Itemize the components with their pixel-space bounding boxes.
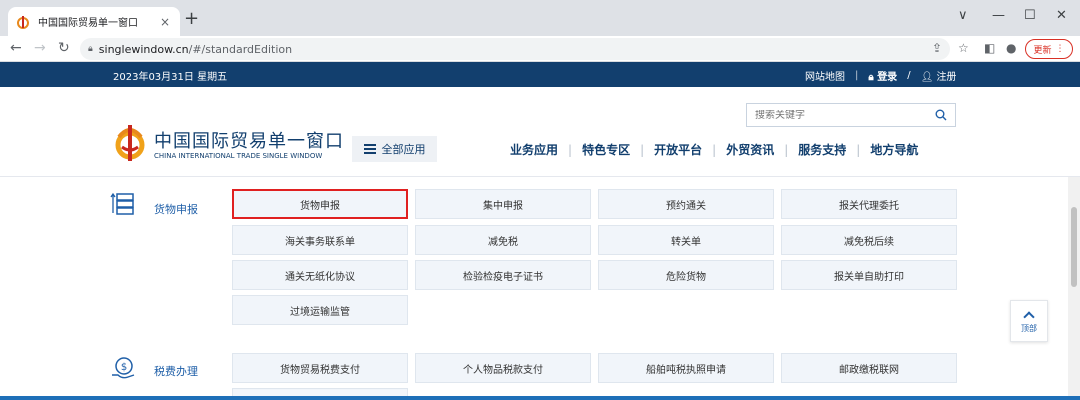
tab-search-icon[interactable]: ∨: [958, 8, 968, 23]
section-label-cargo: 货物申报: [154, 203, 198, 216]
search-input[interactable]: [755, 109, 925, 121]
tile-agent-entrust[interactable]: 报关代理委托: [781, 189, 957, 219]
taskbar: [0, 396, 1080, 400]
divider: |: [855, 70, 859, 81]
new-tab-icon[interactable]: +: [184, 10, 199, 28]
tile-cargo-tax-payment[interactable]: 货物贸易税费支付: [232, 353, 408, 383]
tab-close-icon[interactable]: ×: [158, 15, 172, 29]
page-scrollbar[interactable]: [1068, 177, 1080, 396]
nav-divider: |: [640, 142, 645, 157]
logo-title: 中国国际贸易单一窗口: [154, 131, 344, 152]
current-date: 2023年03月31日 星期五: [113, 72, 228, 83]
reload-icon[interactable]: ↻: [58, 40, 70, 56]
tile-postal-tax-network[interactable]: 邮政缴税联网: [781, 353, 957, 383]
all-apps-button[interactable]: 全部应用: [352, 136, 437, 162]
maximize-icon[interactable]: ☐: [1024, 8, 1036, 23]
dollar-coin-icon: $: [112, 357, 135, 379]
lock-icon: 🔒︎: [88, 44, 93, 54]
nav-item-featured[interactable]: 特色专区: [582, 141, 630, 158]
lock-icon: 🔒︎: [868, 72, 878, 83]
nav-item-support[interactable]: 服务支持: [798, 141, 846, 158]
close-window-icon[interactable]: ✕: [1056, 8, 1067, 23]
scrollbar-thumb[interactable]: [1071, 207, 1077, 287]
tile-tax-reduction[interactable]: 减免税: [415, 225, 591, 255]
tile-cargo-declaration[interactable]: 货物申报: [232, 189, 408, 219]
search-icon[interactable]: [935, 109, 947, 121]
top-links: 网站地图 | 🔒︎ 登录 / 👤︎ 注册: [805, 68, 956, 83]
chevron-up-icon: [1023, 310, 1035, 323]
site-top-strip: 2023年03月31日 星期五 网站地图 | 🔒︎ 登录 / 👤︎ 注册: [0, 62, 1080, 87]
svg-text:$: $: [121, 362, 127, 373]
browser-window: 中国国际贸易单一窗口 × + ∨ — ☐ ✕ ← → ↻ 🔒︎ singlewi…: [0, 0, 1080, 396]
server-stack-icon: [110, 192, 134, 215]
tile-customs-contact[interactable]: 海关事务联系单: [232, 225, 408, 255]
more-menu-icon: ⋮: [1055, 44, 1065, 54]
tile-appointment-clearance[interactable]: 预约通关: [598, 189, 774, 219]
menu-icon: [363, 144, 376, 154]
url-field[interactable]: 🔒︎ singlewindow.cn /#/standardEdition: [80, 38, 950, 60]
site-header: 中国国际贸易单一窗口 CHINA INTERNATIONAL TRADE SIN…: [0, 87, 1080, 177]
share-icon[interactable]: ⇪: [932, 41, 942, 55]
back-icon[interactable]: ←: [10, 40, 22, 56]
site-logo-icon: [17, 15, 29, 29]
login-label: 登录: [877, 72, 898, 83]
tile-personal-tax-payment[interactable]: 个人物品税款支付: [415, 353, 591, 383]
url-host: singlewindow.cn: [98, 42, 189, 56]
nav-item-trade-news[interactable]: 外贸资讯: [726, 141, 774, 158]
tile-partial[interactable]: [232, 388, 408, 396]
update-button[interactable]: 更新 ⋮: [1025, 39, 1073, 59]
nav-item-open-platform[interactable]: 开放平台: [654, 141, 702, 158]
profile-icon[interactable]: ●: [1006, 41, 1016, 55]
update-label: 更新: [1033, 45, 1052, 56]
register-label: 注册: [936, 72, 957, 83]
nav-divider: |: [856, 142, 861, 157]
login-link[interactable]: 🔒︎ 登录: [868, 68, 897, 83]
tile-transit-supervision[interactable]: 过境运输监管: [232, 295, 408, 325]
forward-icon[interactable]: →: [34, 40, 46, 56]
tile-transit-form[interactable]: 转关单: [598, 225, 774, 255]
nav-divider: |: [784, 142, 789, 157]
tile-paperless-agreement[interactable]: 通关无纸化协议: [232, 260, 408, 290]
nav-item-business[interactable]: 业务应用: [510, 141, 558, 158]
register-link[interactable]: 👤︎ 注册: [921, 68, 957, 83]
tab-title: 中国国际贸易单一窗口: [38, 18, 138, 29]
address-bar: ← → ↻ 🔒︎ singlewindow.cn /#/standardEdit…: [0, 36, 1080, 62]
tile-centralized-declaration[interactable]: 集中申报: [415, 189, 591, 219]
url-path: /#/standardEdition: [188, 42, 293, 56]
tile-tonnage-tax-license[interactable]: 船舶吨税执照申请: [598, 353, 774, 383]
slash: /: [907, 70, 911, 81]
sidepanel-icon[interactable]: ◧: [984, 41, 995, 55]
nav-item-local[interactable]: 地方导航: [870, 141, 918, 158]
back-to-top-button[interactable]: 顶部: [1010, 300, 1048, 342]
browser-tab[interactable]: 中国国际贸易单一窗口 ×: [8, 7, 180, 36]
tile-dangerous-goods[interactable]: 危险货物: [598, 260, 774, 290]
site-logo[interactable]: [113, 121, 147, 163]
logo-subtitle: CHINA INTERNATIONAL TRADE SINGLE WINDOW: [154, 152, 323, 160]
back-to-top-label: 顶部: [1021, 323, 1037, 333]
nav-divider: |: [568, 142, 573, 157]
tab-strip: 中国国际贸易单一窗口 × + ∨ — ☐ ✕: [0, 0, 1080, 36]
search-box: [746, 103, 956, 127]
app-grid: 货物申报 货物申报 集中申报 预约通关 报关代理委托 海关事务联系单 减免税 转…: [0, 177, 1080, 396]
all-apps-label: 全部应用: [381, 143, 426, 156]
section-label-tax: 税费办理: [154, 365, 198, 378]
main-nav: 业务应用 | 特色专区 | 开放平台 | 外贸资讯 | 服务支持 | 地方导航: [510, 141, 918, 158]
tile-self-print[interactable]: 报关单自助打印: [781, 260, 957, 290]
user-icon: 👤︎: [920, 72, 937, 83]
nav-divider: |: [712, 142, 717, 157]
tile-tax-followup[interactable]: 减免税后续: [781, 225, 957, 255]
bookmark-star-icon[interactable]: ☆: [958, 41, 969, 55]
tile-inspection-certificate[interactable]: 检验检疫电子证书: [415, 260, 591, 290]
minimize-icon[interactable]: —: [992, 8, 1005, 23]
sitemap-link[interactable]: 网站地图: [805, 68, 845, 83]
